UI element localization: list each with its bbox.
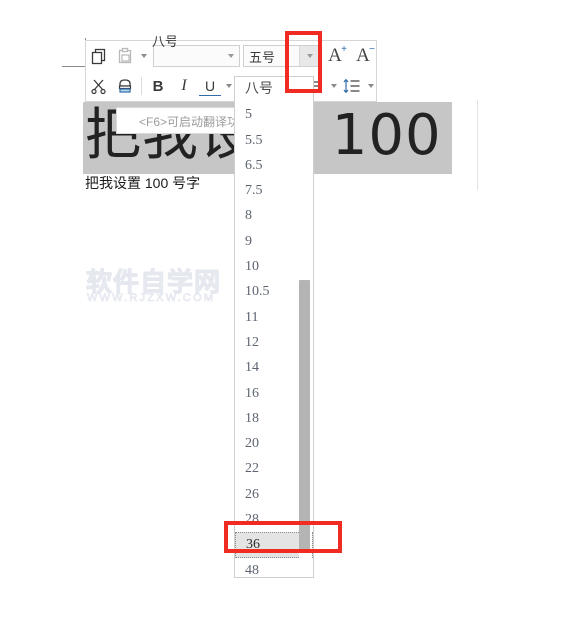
watermark: 软件自学网 WWW.RJZXW.COM bbox=[85, 262, 231, 307]
font-name-chevron-down-icon[interactable] bbox=[223, 46, 239, 66]
font-size-chevron-down-icon[interactable] bbox=[299, 46, 320, 66]
formatting-toolbar: 五号 A + A − B I U bbox=[85, 40, 377, 102]
underline-button[interactable]: U bbox=[197, 73, 223, 99]
font-size-peek-value: 八号 bbox=[152, 34, 176, 49]
translation-tooltip-text: <F6>可启动翻译功 bbox=[139, 115, 240, 129]
increase-font-size-sup: + bbox=[341, 44, 347, 55]
toolbar-divider bbox=[141, 77, 142, 95]
paste-icon[interactable] bbox=[112, 43, 138, 69]
decrease-font-size-label: A bbox=[356, 45, 370, 66]
paste-chevron-down-icon[interactable] bbox=[138, 43, 149, 69]
font-size-dropdown-list[interactable]: 八号 5 5.5 6.5 7.5 8 9 10 10.5 11 12 14 16 18 20 22 26 28 36… bbox=[234, 76, 314, 578]
bold-button[interactable]: B bbox=[145, 73, 171, 99]
font-size-value: 五号 bbox=[249, 49, 276, 65]
dropdown-scrollbar-track[interactable] bbox=[299, 78, 312, 577]
line-spacing-chevron-down-icon[interactable] bbox=[365, 73, 376, 99]
increase-font-size-button[interactable]: A + bbox=[321, 43, 349, 69]
italic-button[interactable]: I bbox=[171, 73, 197, 99]
watermark-chinese-text: 软件自学网 bbox=[85, 268, 222, 299]
watermark-url-text: WWW.RJZXW.COM bbox=[87, 292, 216, 305]
dropdown-scrollbar-thumb[interactable] bbox=[299, 280, 310, 550]
format-painter-icon[interactable] bbox=[112, 73, 138, 99]
toolbar-row-top: 五号 A + A − bbox=[86, 41, 376, 71]
font-size-input[interactable]: 五号 bbox=[243, 45, 321, 67]
line-spacing-icon[interactable] bbox=[339, 73, 365, 99]
bullet-list-chevron-down-icon[interactable] bbox=[328, 73, 339, 99]
toolbar-row-bottom: B I U bbox=[86, 71, 376, 101]
scissors-icon[interactable] bbox=[86, 73, 112, 99]
callout-leader-line-horizontal bbox=[62, 66, 86, 67]
decrease-font-size-sup: − bbox=[369, 44, 375, 55]
increase-font-size-label: A bbox=[328, 45, 342, 66]
document-normal-text: 把我设置 100 号字 bbox=[85, 175, 201, 191]
decrease-font-size-button[interactable]: A − bbox=[349, 43, 377, 69]
copy-icon[interactable] bbox=[86, 43, 112, 69]
underline-chevron-down-icon[interactable] bbox=[223, 73, 234, 99]
